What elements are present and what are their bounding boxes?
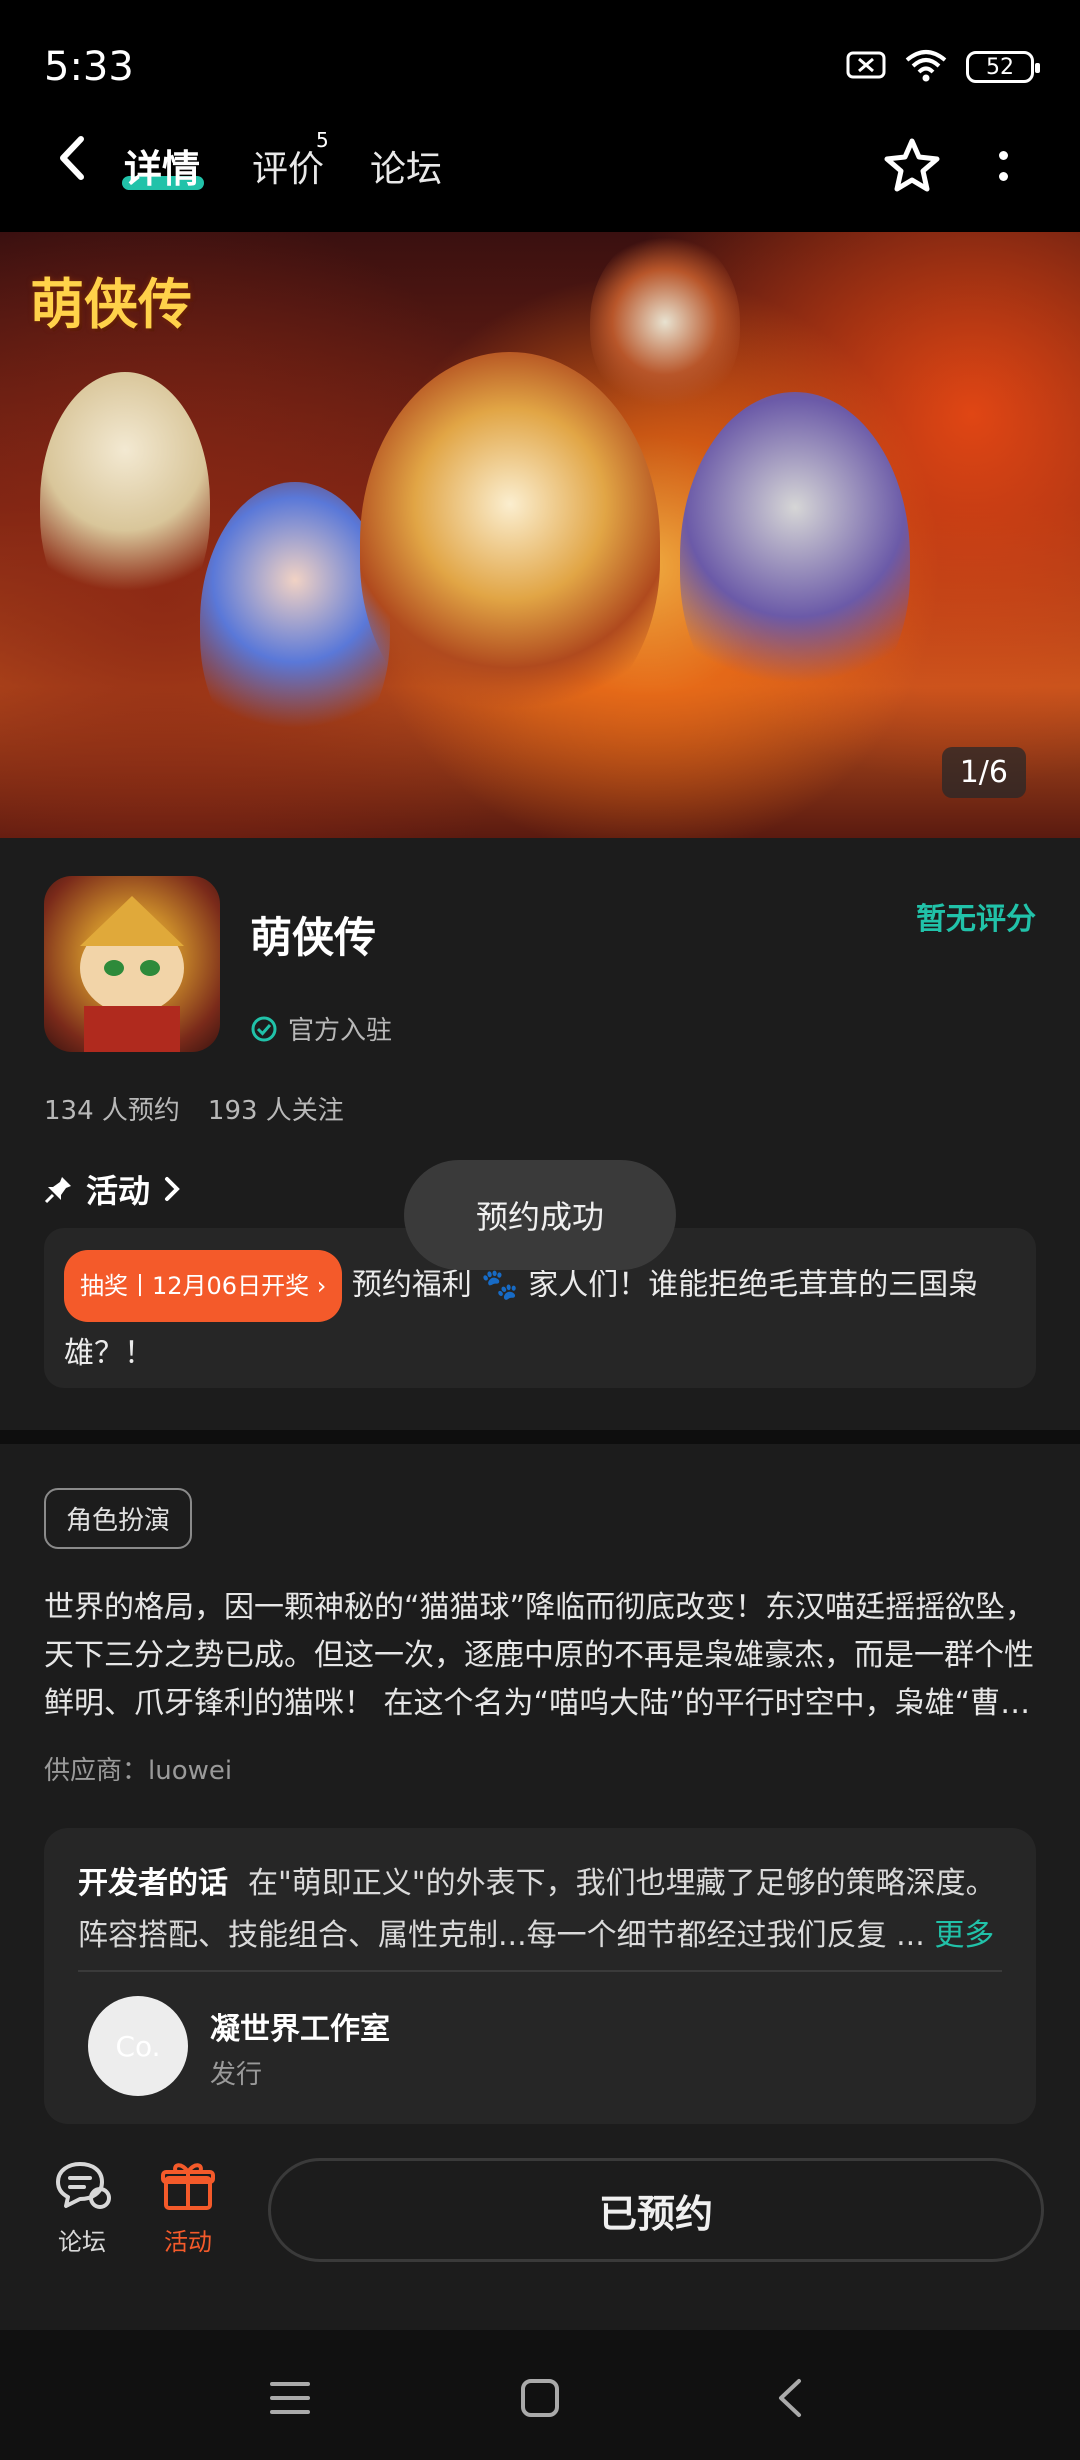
- activity-action-label: 活动: [164, 2228, 212, 2256]
- chevron-right-icon: [165, 1177, 180, 1201]
- verified-check-icon: [251, 1016, 277, 1041]
- back-triangle-icon: [779, 2379, 801, 2417]
- system-back-button[interactable]: [766, 2374, 814, 2422]
- developer-separator: [78, 1970, 1002, 1972]
- favorite-button[interactable]: [880, 134, 944, 198]
- provider-text: 供应商：luowei: [44, 1756, 233, 1786]
- studio-role: 发行: [210, 2060, 263, 2090]
- activity-heading: 活动: [86, 1172, 151, 1210]
- battery-level: 52: [986, 54, 1014, 80]
- banner-carousel[interactable]: 萌侠传 1/6: [0, 232, 1080, 838]
- wifi-icon: [904, 48, 948, 86]
- more-options-button[interactable]: [988, 134, 1018, 198]
- developer-note-label: 开发者的话: [78, 1866, 228, 1901]
- lottery-tag[interactable]: 抽奖丨12月06日开奖 ›: [64, 1250, 343, 1322]
- genre-tag[interactable]: 角色扮演: [44, 1488, 193, 1549]
- reservation-count: 134 人预约: [44, 1096, 180, 1126]
- gift-icon: [161, 2163, 215, 2210]
- reviews-count-badge: 5: [316, 128, 329, 152]
- studio-avatar[interactable]: Co.: [88, 1996, 188, 2096]
- official-label: 官方入驻: [288, 1016, 393, 1046]
- forum-action[interactable]: 论坛: [52, 2160, 112, 2257]
- home-square-icon: [521, 2379, 559, 2417]
- rating-text: 暂无评分: [916, 902, 1036, 937]
- activity-section-header[interactable]: 活动: [44, 1166, 182, 1212]
- status-time: 5:33: [44, 44, 134, 90]
- developer-card: 开发者的话 在"萌即正义"的外表下，我们也埋藏了足够的策略深度。阵容搭配、技能组合…: [44, 1828, 1036, 2124]
- official-badge: 官方入驻: [250, 1010, 392, 1047]
- follower-count: 193 人关注: [207, 1096, 344, 1126]
- app-icon: [44, 876, 220, 1052]
- app-name: 萌侠传: [250, 913, 377, 962]
- recent-apps-button[interactable]: [266, 2374, 314, 2422]
- game-logo: 萌侠传: [30, 273, 192, 336]
- pin-icon: [44, 1177, 71, 1204]
- lottery-tag-label: 抽奖丨12月06日开奖: [80, 1272, 310, 1300]
- activity-body: 抽奖丨12月06日开奖 › 预约福利 🐾 家人们！谁能拒绝毛茸茸的三国枭雄？！: [64, 1250, 1014, 1386]
- studio-name[interactable]: 凝世界工作室: [210, 2004, 390, 2048]
- activity-action[interactable]: 活动: [160, 2160, 216, 2257]
- star-icon: [884, 138, 940, 192]
- forum-action-label: 论坛: [58, 2228, 106, 2256]
- game-description[interactable]: 世界的格局，因一颗神秘的“猫猫球”降临而彻底改变！东汉喵廷摇摇欲坠，天下三分之势…: [44, 1584, 1036, 1728]
- banner-page-counter: 1/6: [941, 747, 1026, 798]
- home-button[interactable]: [516, 2374, 564, 2422]
- chevron-left-icon: [60, 136, 84, 180]
- back-button[interactable]: [44, 130, 100, 186]
- tab-forum[interactable]: 论坛: [370, 140, 442, 192]
- tab-details[interactable]: 详情: [124, 138, 200, 193]
- status-icons: 52: [846, 48, 1040, 86]
- tab-reviews[interactable]: 评价: [252, 140, 324, 192]
- sim-off-icon: [846, 50, 886, 84]
- reserved-button[interactable]: 已预约: [268, 2158, 1044, 2262]
- app-stats: 134 人预约 193 人关注: [44, 1090, 344, 1127]
- battery-indicator: 52: [966, 51, 1040, 83]
- menu-icon: [270, 2382, 310, 2414]
- developer-note: 开发者的话 在"萌即正义"的外表下，我们也埋藏了足够的策略深度。阵容搭配、技能组合…: [78, 1858, 1008, 1962]
- more-link[interactable]: 更多: [934, 1918, 994, 1953]
- forum-chat-icon: [56, 2162, 111, 2209]
- section-divider: [0, 1430, 1080, 1444]
- toast-message: 预约成功: [404, 1160, 676, 1270]
